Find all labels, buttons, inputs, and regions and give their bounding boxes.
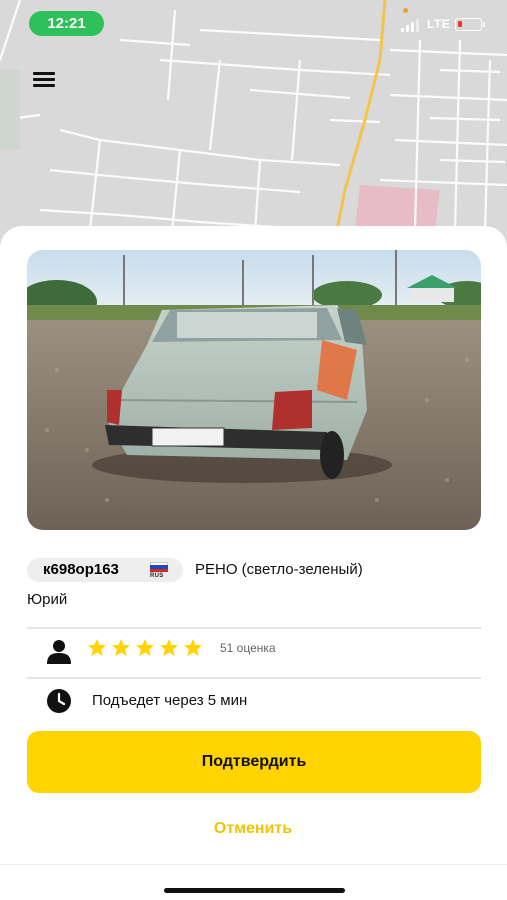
car-info-row: к698ор163 RUS РЕНО (светло-зеленый) <box>27 558 481 582</box>
status-bar: 12:21 LTE <box>0 8 507 36</box>
hamburger-menu-icon[interactable] <box>33 70 57 90</box>
eta-text: Подъедет через 5 мин <box>92 692 248 709</box>
battery-icon <box>455 18 485 31</box>
star-icon <box>184 639 202 656</box>
screen: 12:21 LTE к698ор163 RUS РЕНО (светло-зел… <box>0 0 507 900</box>
order-bottom-sheet: к698ор163 RUS РЕНО (светло-зеленый) Юрий <box>0 226 507 900</box>
eta-row: Подъедет через 5 мин <box>27 686 481 716</box>
map[interactable] <box>0 0 507 260</box>
russia-flag-icon <box>150 562 168 572</box>
star-icon <box>112 639 130 656</box>
car-photo <box>27 250 481 530</box>
star-icon <box>136 639 154 656</box>
car-model: РЕНО (светло-зеленый) <box>195 561 363 578</box>
status-time: 12:21 <box>29 11 104 36</box>
network-type: LTE <box>427 17 451 31</box>
clock-icon <box>47 689 71 713</box>
plate-number: к698ор163 <box>43 561 119 578</box>
bottom-safe-area <box>0 866 507 900</box>
cellular-signal-icon <box>401 18 421 32</box>
confirm-button[interactable]: Подтвердить <box>27 731 481 793</box>
privacy-indicator-icon <box>403 8 408 13</box>
driver-name: Юрий <box>27 591 68 608</box>
user-icon <box>47 640 71 664</box>
driver-rating-row: 51 оценка <box>27 636 481 666</box>
home-indicator[interactable] <box>164 888 345 893</box>
plate-region: RUS <box>150 573 164 579</box>
divider <box>0 864 507 865</box>
star-icon <box>160 639 178 656</box>
map-streets <box>0 0 507 260</box>
divider <box>27 627 481 629</box>
star-icon <box>88 639 106 656</box>
license-plate: к698ор163 RUS <box>27 558 183 582</box>
divider <box>27 677 481 679</box>
rating-count: 51 оценка <box>220 641 276 655</box>
cancel-button[interactable]: Отменить <box>153 816 353 842</box>
